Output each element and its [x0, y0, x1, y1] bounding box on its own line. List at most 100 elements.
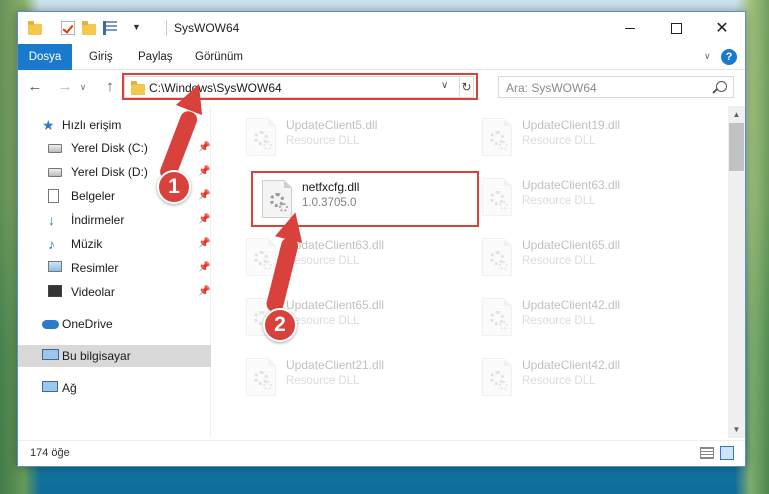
step-1-badge: 1	[157, 170, 191, 204]
pin-icon[interactable]: 📌	[198, 142, 210, 153]
pin-icon[interactable]: 📌	[198, 238, 210, 249]
up-button[interactable]: ↑	[101, 78, 119, 96]
tab-gorunum[interactable]: Görünüm	[195, 44, 243, 70]
vertical-scrollbar[interactable]: ▲ ▼	[728, 106, 745, 438]
sidebar-item-pictures[interactable]: Resimler 📌	[18, 257, 211, 279]
sidebar-item-network[interactable]: Ağ	[18, 377, 211, 399]
details-view-icon[interactable]	[700, 447, 714, 459]
sidebar-item-label: Bu bilgisayar	[62, 349, 131, 363]
dll-file-icon	[246, 358, 276, 396]
file-item[interactable]: UpdateClient65.dll Resource DLL	[476, 232, 706, 284]
pictures-icon	[48, 261, 62, 272]
pin-icon[interactable]: 📌	[198, 190, 210, 201]
pin-icon[interactable]: 📌	[198, 286, 210, 297]
file-name: UpdateClient42.dll	[522, 358, 621, 372]
file-name: UpdateClient63.dll	[522, 178, 621, 192]
properties-check-icon[interactable]	[61, 21, 75, 35]
new-folder-icon[interactable]	[82, 21, 96, 35]
sidebar-item-music[interactable]: ♪ Müzik 📌	[18, 233, 211, 255]
star-icon: ★	[42, 117, 55, 133]
file-description: Resource DLL	[522, 375, 596, 387]
quick-access-toolbar-icon[interactable]	[103, 21, 117, 35]
sidebar-item-label: Yerel Disk (D:)	[71, 165, 148, 179]
pin-icon[interactable]: 📌	[198, 262, 210, 273]
dll-file-icon	[482, 178, 512, 216]
help-button[interactable]: ?	[721, 49, 737, 65]
address-path[interactable]: C:\Windows\SysWOW64	[149, 81, 282, 95]
file-name: UpdateClient5.dll	[286, 118, 378, 132]
item-count: 174 öğe	[30, 447, 70, 459]
tab-dosya[interactable]: Dosya	[18, 44, 72, 70]
toolbar-separator	[166, 20, 167, 36]
drive-icon	[48, 168, 62, 177]
dll-file-icon	[246, 118, 276, 156]
dll-file-icon	[482, 238, 512, 276]
back-button[interactable]: ←	[26, 78, 44, 96]
sidebar-item-label: OneDrive	[62, 317, 113, 331]
file-item[interactable]: UpdateClient5.dll Resource DLL	[240, 112, 470, 164]
folder-icon	[28, 21, 42, 35]
sidebar-item-downloads[interactable]: ↓ İndirmeler 📌	[18, 209, 211, 231]
maximize-button[interactable]	[653, 12, 699, 44]
explorer-window: ▼ SysWOW64 ✕ Dosya Giriş Paylaş Görünüm …	[17, 11, 746, 467]
window-title: SysWOW64	[174, 21, 240, 35]
customize-toolbar-icon[interactable]: ▼	[132, 22, 146, 36]
minimize-button[interactable]	[607, 12, 653, 44]
scroll-up-icon[interactable]: ▲	[728, 106, 745, 123]
file-item[interactable]: UpdateClient42.dll Resource DLL	[476, 292, 706, 344]
file-description: Resource DLL	[522, 135, 596, 147]
tab-giris[interactable]: Giriş	[89, 44, 113, 70]
sidebar-item-label: Resimler	[71, 261, 119, 275]
sidebar-item-videos[interactable]: Videolar 📌	[18, 281, 211, 303]
sidebar-item-onedrive[interactable]: OneDrive	[18, 313, 211, 335]
file-description: 1.0.3705.0	[302, 197, 357, 209]
address-bar[interactable]: C:\Windows\SysWOW64 ∨ ↻	[124, 76, 474, 98]
sidebar-item-this-pc[interactable]: Bu bilgisayar	[18, 345, 211, 367]
music-icon: ♪	[48, 236, 55, 252]
forward-button[interactable]: →	[56, 78, 74, 96]
search-icon[interactable]	[716, 81, 727, 92]
videos-icon	[48, 285, 62, 297]
file-name: UpdateClient42.dll	[522, 298, 621, 312]
recent-locations-icon[interactable]: ∨	[74, 78, 92, 96]
file-name: UpdateClient65.dll	[522, 238, 621, 252]
tab-paylas[interactable]: Paylaş	[138, 44, 173, 70]
ribbon-tabs: Dosya Giriş Paylaş Görünüm ∨ ?	[18, 44, 745, 70]
step-2-badge: 2	[263, 308, 297, 342]
file-item[interactable]: UpdateClient42.dll Resource DLL	[476, 352, 706, 404]
file-description: Resource DLL	[522, 315, 596, 327]
large-icons-view-icon[interactable]	[720, 446, 734, 460]
computer-icon	[42, 349, 59, 360]
file-item[interactable]: UpdateClient21.dll Resource DLL	[240, 352, 470, 404]
address-dropdown-icon[interactable]: ∨	[441, 80, 448, 91]
sidebar-item-label: Yerel Disk (C:)	[71, 141, 148, 155]
pin-icon[interactable]: 📌	[198, 214, 210, 225]
file-description: Resource DLL	[286, 135, 360, 147]
file-description: Resource DLL	[286, 315, 360, 327]
search-box[interactable]: Ara: SysWOW64	[498, 76, 734, 98]
pin-icon[interactable]: 📌	[198, 166, 210, 177]
downloads-icon: ↓	[48, 212, 55, 228]
file-item[interactable]: UpdateClient19.dll Resource DLL	[476, 112, 706, 164]
file-description: Resource DLL	[286, 375, 360, 387]
scroll-down-icon[interactable]: ▼	[728, 421, 745, 438]
network-icon	[42, 381, 58, 392]
file-description: Resource DLL	[286, 255, 360, 267]
sidebar-item-label: İndirmeler	[71, 213, 125, 227]
file-name: UpdateClient19.dll	[522, 118, 621, 132]
expand-ribbon-icon[interactable]: ∨	[704, 51, 714, 61]
scroll-thumb[interactable]	[729, 123, 744, 171]
dll-file-icon	[482, 298, 512, 336]
close-button[interactable]: ✕	[699, 12, 745, 44]
drive-icon	[48, 144, 62, 153]
file-name: netfxcfg.dll	[302, 180, 360, 194]
sidebar-item-label: Belgeler	[71, 189, 116, 203]
sidebar-item-label: Hızlı erişim	[62, 118, 122, 132]
dll-file-icon	[482, 358, 512, 396]
title-bar: ▼ SysWOW64 ✕	[18, 12, 745, 44]
dll-file-icon	[246, 238, 276, 276]
search-placeholder[interactable]: Ara: SysWOW64	[506, 81, 597, 95]
refresh-button[interactable]: ↻	[459, 77, 473, 97]
file-description: Resource DLL	[522, 255, 596, 267]
file-item[interactable]: UpdateClient63.dll Resource DLL	[476, 172, 706, 224]
